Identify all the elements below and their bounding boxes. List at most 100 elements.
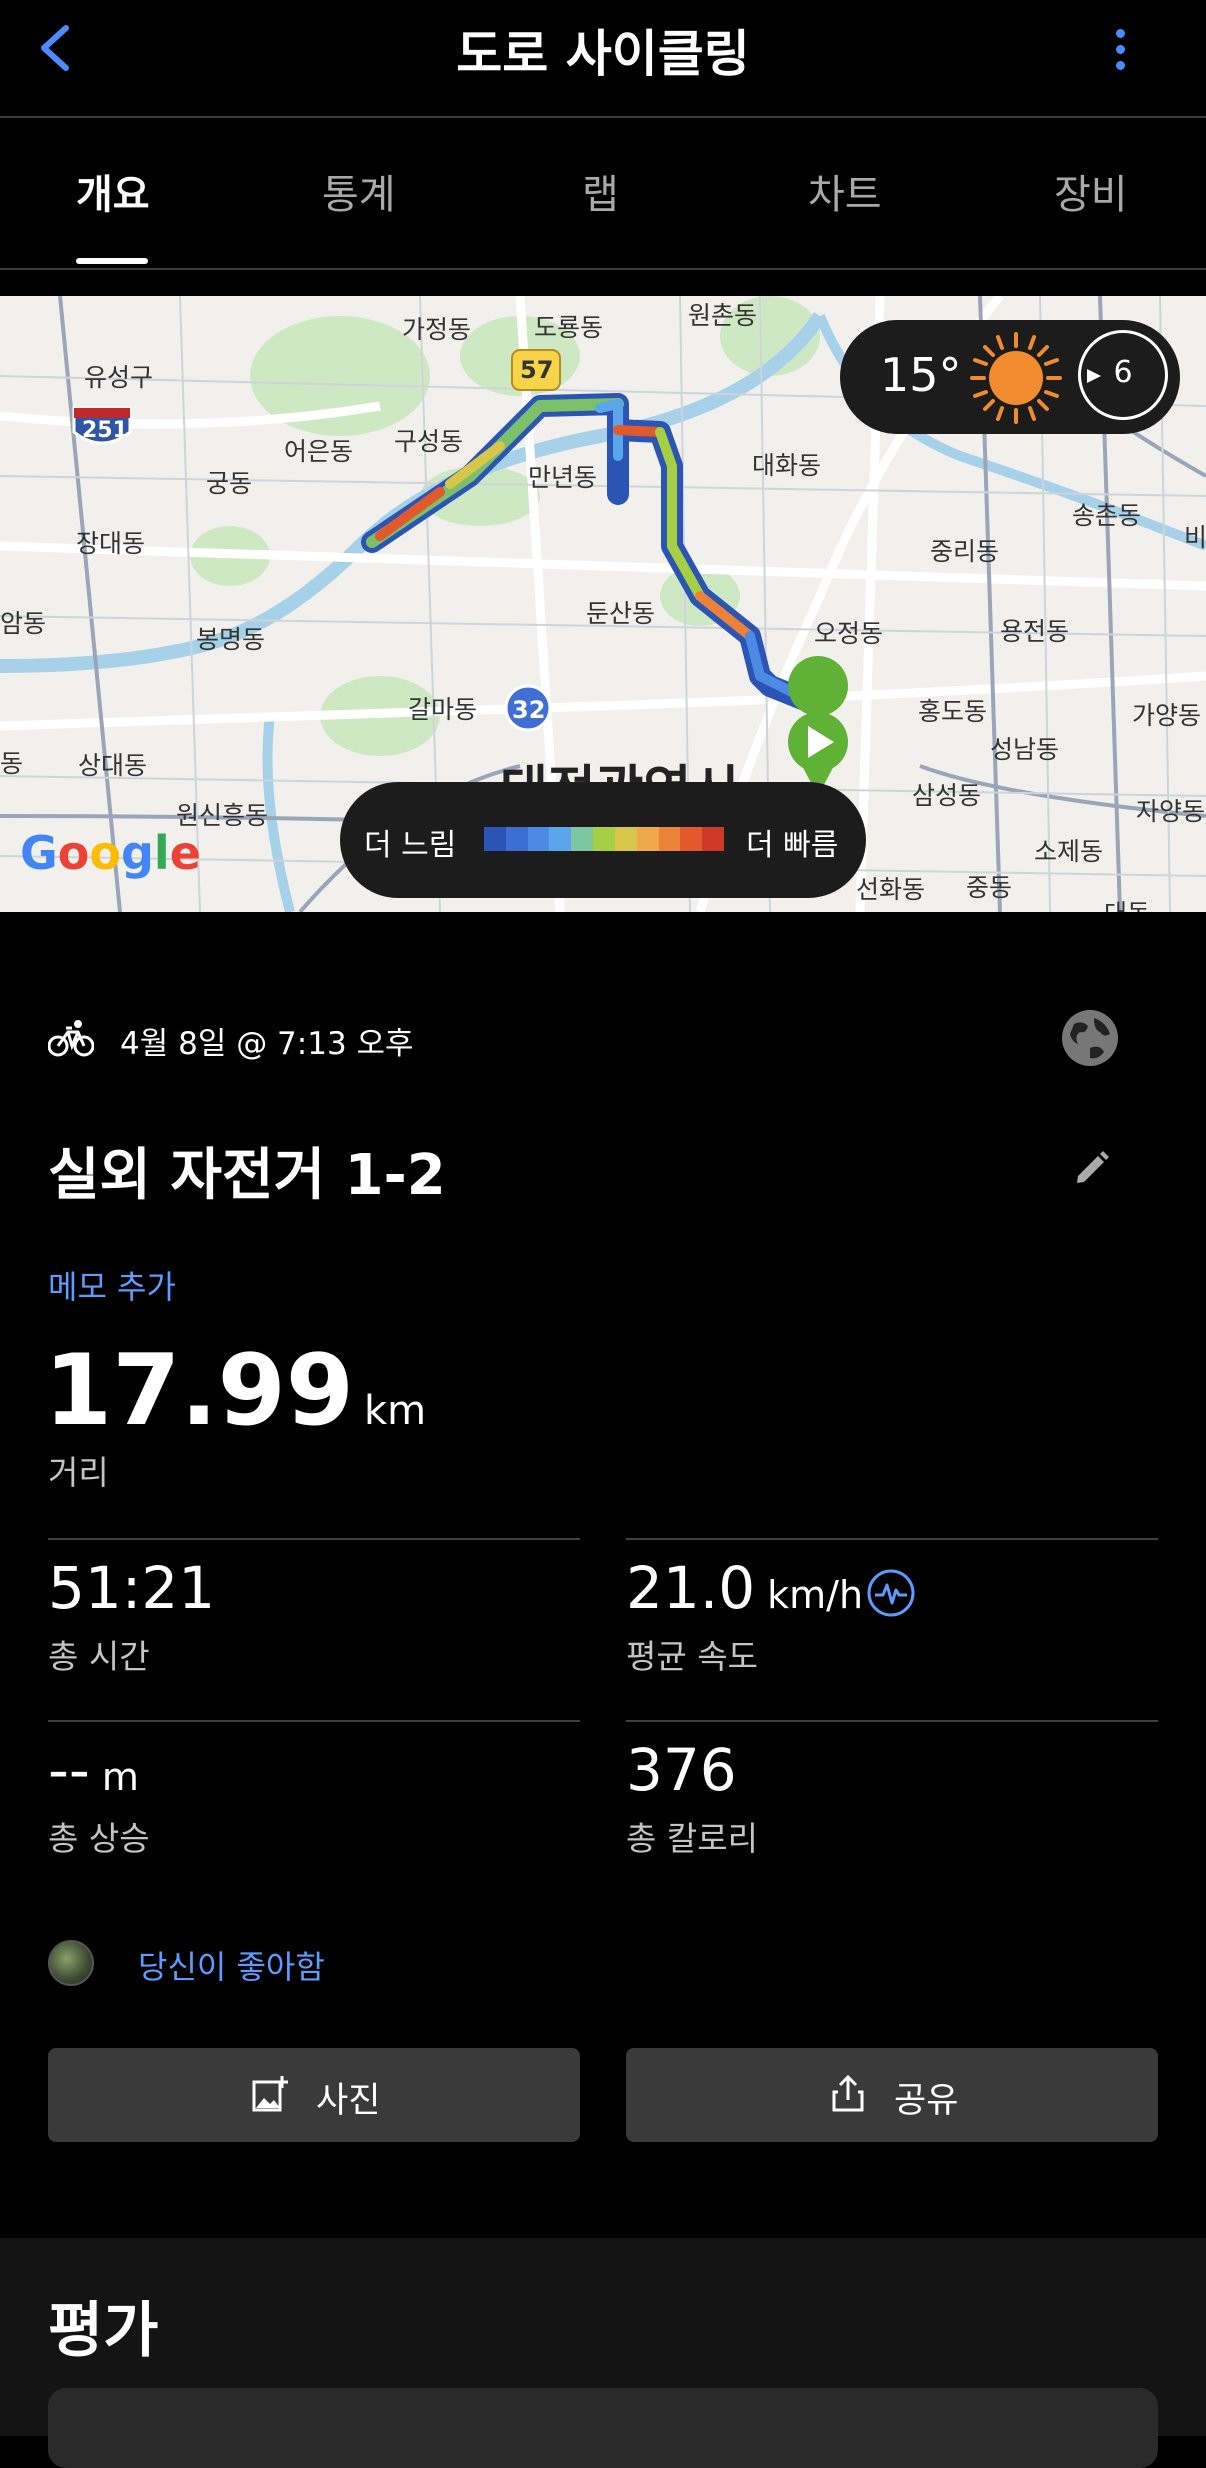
activity-name: 실외 자전거 1-2 [48, 1143, 446, 1208]
rating-title: 평가 [48, 2296, 159, 2366]
map-label: 갈마동 [408, 695, 478, 724]
map-label: 궁동 [206, 469, 253, 498]
sun-icon [970, 332, 1062, 424]
legend-color-step [680, 827, 703, 851]
map-label: 장대동 [76, 529, 146, 558]
tab-laps[interactable]: 랩 [582, 162, 619, 220]
share-button-label: 공유 [894, 2081, 959, 2121]
map-label: 어은동 [284, 437, 354, 466]
legend-slow-label: 더 느림 [364, 828, 457, 863]
map-label: 암동 [0, 609, 47, 638]
legend-color-step [702, 827, 724, 851]
tab-gear[interactable]: 장비 [1054, 162, 1128, 220]
total-calories-label: 총 칼로리 [626, 1819, 758, 1858]
map-label: 상대동 [78, 751, 148, 780]
distance-stat: 17.99 km [44, 1334, 426, 1448]
map-label: 가정동 [402, 315, 472, 344]
avatar[interactable] [48, 1940, 94, 1986]
tab-overview[interactable]: 개요 [76, 162, 150, 220]
photo-button-label: 사진 [316, 2081, 381, 2121]
speed-legend: 더 느림 더 빠름 [340, 782, 866, 898]
map-label: 대화동 [752, 451, 822, 480]
share-icon [832, 2074, 864, 2112]
map-label: 자양동 [1136, 797, 1206, 826]
avg-speed-value: 21.0 km/h [626, 1554, 863, 1622]
divider [626, 1538, 1158, 1540]
divider [48, 1720, 580, 1722]
map-label: 소제동 [1034, 837, 1104, 866]
legend-color-step [527, 827, 550, 851]
bicycle-icon [48, 1020, 94, 1057]
map-label: 삼성동 [912, 781, 982, 810]
activity-datetime: 4월 8일 @ 7:13 오후 [120, 1026, 414, 1062]
map-label: 성남동 [990, 735, 1060, 764]
speed-color-scale [484, 827, 724, 851]
likes-link[interactable]: 당신이 좋아함 [138, 1942, 325, 1988]
map-label: 송촌동 [1072, 501, 1142, 530]
legend-color-step [614, 827, 637, 851]
divider [48, 1538, 580, 1540]
distance-unit: km [363, 1388, 427, 1434]
activity-date-row: 4월 8일 @ 7:13 오후 [48, 1010, 1158, 1066]
stat-unit: m [101, 1755, 139, 1799]
map-label: 만년동 [528, 463, 598, 492]
more-options-icon[interactable] [1100, 22, 1140, 82]
route-shield-label: 251 [82, 418, 128, 443]
map-label: 중리동 [930, 537, 1000, 566]
stat-value: 51:21 [48, 1554, 216, 1622]
map-label: 홍도동 [918, 697, 988, 726]
map-label: 구성동 [394, 427, 464, 456]
legend-fast-label: 더 빠름 [746, 828, 839, 863]
rating-card[interactable] [48, 2388, 1158, 2468]
map-label: 선화동 [856, 875, 926, 904]
map-label: 오정동 [814, 619, 884, 648]
globe-icon[interactable] [1060, 1008, 1120, 1068]
heart-rate-icon[interactable] [866, 1568, 916, 1618]
route-map[interactable]: 가정동 원촌동 도룡동 유성구 251 57 어은동 구성동 만년동 궁동 대화… [0, 296, 1206, 912]
app-header: 도로 사이클링 [0, 0, 1206, 118]
route-shield-label: 57 [520, 356, 554, 384]
map-label: 둔산동 [586, 599, 656, 628]
total-calories-value: 376 [626, 1736, 737, 1804]
map-label: 용전동 [1000, 617, 1070, 646]
legend-color-step [549, 827, 572, 851]
divider [626, 1720, 1158, 1722]
map-label: 봉명동 [196, 625, 266, 654]
wind-indicator: 6 [1078, 330, 1168, 420]
legend-color-step [658, 827, 681, 851]
distance-value: 17.99 [44, 1334, 354, 1448]
total-ascent-label: 총 상승 [48, 1819, 150, 1858]
add-photo-button[interactable]: 사진 [48, 2048, 580, 2142]
total-ascent-value: -- m [48, 1736, 139, 1804]
tab-bar: 개요 통계 랩 차트 장비 [0, 118, 1206, 270]
rating-section: 평가 [0, 2238, 1206, 2468]
map-label: 비 [1184, 523, 1206, 552]
legend-color-step [484, 827, 506, 851]
avg-speed-label: 평균 속도 [626, 1637, 758, 1676]
pencil-icon[interactable] [1070, 1146, 1114, 1190]
tab-charts[interactable]: 차트 [808, 162, 882, 220]
legend-color-step [505, 827, 528, 851]
add-photo-icon [252, 2076, 288, 2112]
stat-value: -- [48, 1736, 90, 1804]
total-time-value: 51:21 [48, 1554, 215, 1622]
map-label: 대동 [1104, 894, 1150, 912]
map-label: 도룡동 [534, 313, 604, 342]
temperature: 15° [880, 348, 962, 402]
map-label: 중동 [966, 873, 1013, 902]
wind-speed: 6 [1113, 355, 1133, 390]
stat-unit: km/h [767, 1573, 864, 1617]
map-label: 동 [0, 749, 24, 778]
route-shield-label: 32 [512, 696, 546, 724]
stat-value: 21.0 [626, 1554, 756, 1622]
tab-stats[interactable]: 통계 [322, 162, 396, 220]
share-button[interactable]: 공유 [626, 2048, 1158, 2142]
weather-badge: 15° 6 [840, 320, 1180, 434]
distance-label: 거리 [48, 1453, 109, 1492]
add-memo-link[interactable]: 메모 추가 [48, 1262, 176, 1308]
active-tab-indicator [76, 258, 148, 264]
google-logo: Google [20, 826, 201, 880]
stat-value: 376 [626, 1736, 737, 1804]
page-title: 도로 사이클링 [456, 25, 750, 83]
legend-color-step [571, 827, 594, 851]
